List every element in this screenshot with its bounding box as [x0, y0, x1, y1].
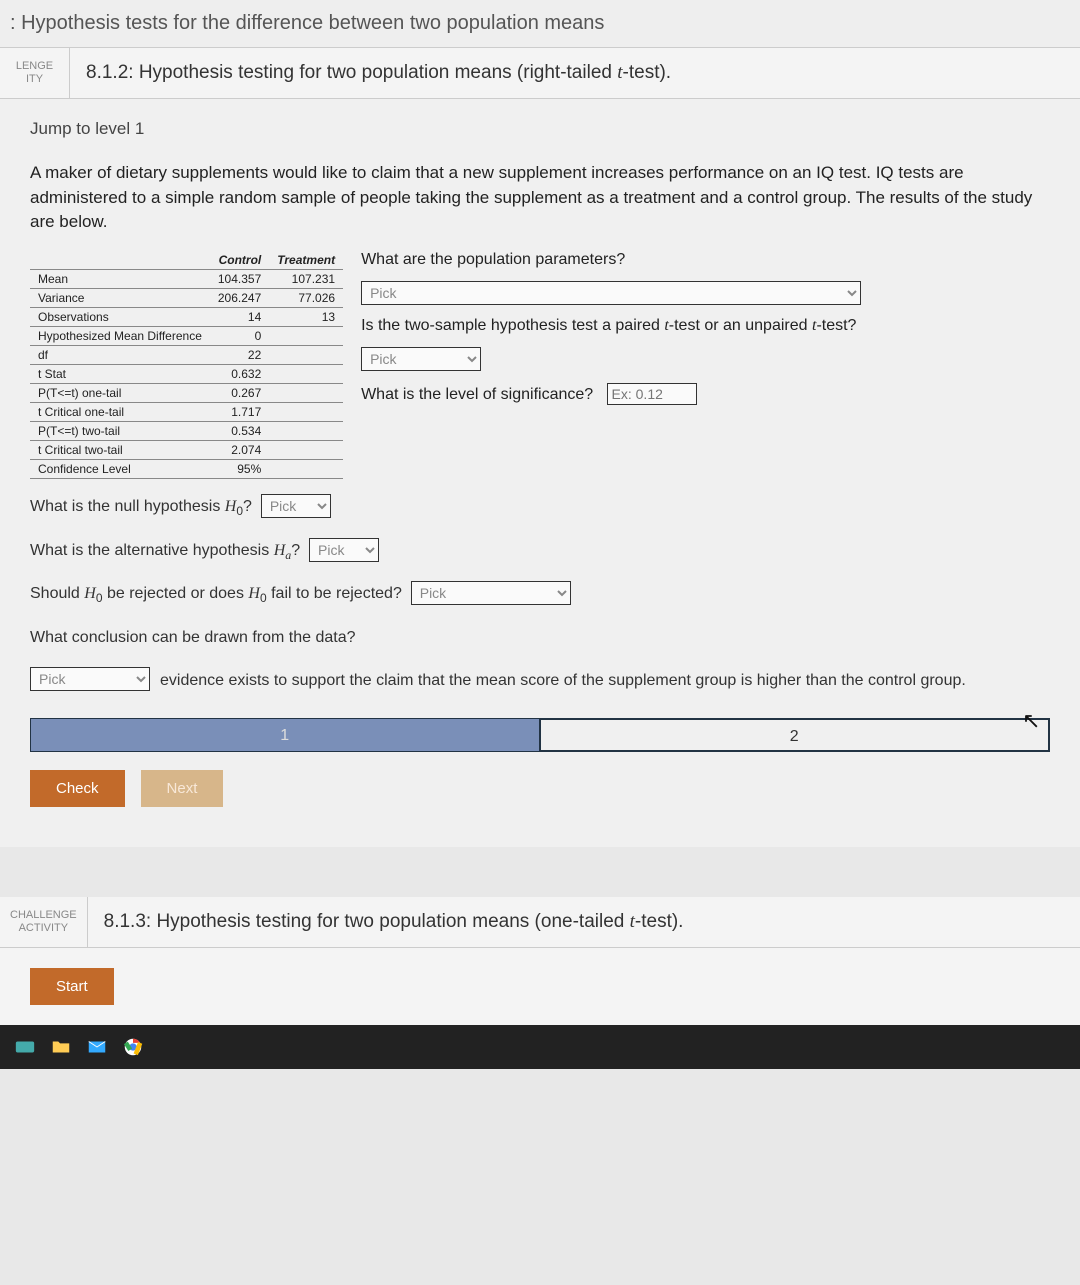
stats-table: Control Treatment Mean104.357107.231 Var…: [30, 251, 343, 479]
problem-statement: A maker of dietary supplements would lik…: [30, 161, 1050, 235]
conclusion-text: evidence exists to support the claim tha…: [160, 667, 1050, 696]
next-activity-header: CHALLENGE ACTIVITY 8.1.3: Hypothesis tes…: [0, 897, 1080, 948]
th-control: Control: [210, 251, 269, 270]
table-row: Hypothesized Mean Difference0: [30, 326, 343, 345]
next-button[interactable]: Next: [141, 770, 224, 807]
q-null-hypothesis: What is the null hypothesis H0? Pick: [30, 493, 1050, 523]
right-questions: What are the population parameters? Pick…: [361, 251, 1050, 417]
next-activity-badge: CHALLENGE ACTIVITY: [0, 897, 88, 947]
table-row: Confidence Level95%: [30, 459, 343, 478]
q-alt-hypothesis: What is the alternative hypothesis Ha? P…: [30, 537, 1050, 567]
select-population-params[interactable]: Pick: [361, 281, 861, 305]
taskbar-app-icon[interactable]: [14, 1036, 36, 1058]
table-row: Variance206.24777.026: [30, 288, 343, 307]
select-conclusion[interactable]: Pick: [30, 667, 150, 691]
th-blank: [30, 251, 210, 270]
progress-step-1[interactable]: 1: [31, 719, 540, 751]
next-badge-line-2: ACTIVITY: [19, 922, 69, 935]
table-row: P(T<=t) one-tail0.267: [30, 383, 343, 402]
table-row: Mean104.357107.231: [30, 269, 343, 288]
progress-step-2[interactable]: 2: [540, 719, 1050, 751]
th-treatment: Treatment: [269, 251, 343, 270]
chrome-icon[interactable]: [122, 1036, 144, 1058]
jump-to-level-link[interactable]: Jump to level 1: [30, 119, 1050, 139]
select-reject[interactable]: Pick: [411, 581, 571, 605]
activity-header: LENGE ITY 8.1.2: Hypothesis testing for …: [0, 48, 1080, 99]
file-explorer-icon[interactable]: [50, 1036, 72, 1058]
mail-icon[interactable]: [86, 1036, 108, 1058]
select-paired-unpaired[interactable]: Pick: [361, 347, 481, 371]
badge-line-2: ITY: [26, 73, 43, 86]
progress-bar: 1 2: [30, 718, 1050, 752]
select-alt-hypothesis[interactable]: Pick: [309, 538, 379, 562]
taskbar: [0, 1025, 1080, 1069]
table-row: t Critical one-tail1.717: [30, 402, 343, 421]
cursor-icon: ↖: [1022, 708, 1040, 734]
table-row: df22: [30, 345, 343, 364]
activity-content: Jump to level 1 A maker of dietary suppl…: [0, 99, 1080, 847]
next-badge-line-1: CHALLENGE: [10, 909, 77, 922]
q-paired-unpaired: Is the two-sample hypothesis test a pair…: [361, 317, 1050, 335]
q-population-params: What are the population parameters?: [361, 251, 1050, 269]
q-significance: What is the level of significance?: [361, 386, 593, 403]
q-reject: Should H0 be rejected or does H0 fail to…: [30, 580, 1050, 610]
q-conclusion: What conclusion can be drawn from the da…: [30, 624, 1050, 653]
activity-badge: LENGE ITY: [0, 48, 70, 98]
table-row: Observations1413: [30, 307, 343, 326]
table-row: t Critical two-tail2.074: [30, 440, 343, 459]
table-row: P(T<=t) two-tail0.534: [30, 421, 343, 440]
table-row: t Stat0.632: [30, 364, 343, 383]
select-null-hypothesis[interactable]: Pick: [261, 494, 331, 518]
section-heading: : Hypothesis tests for the difference be…: [0, 0, 1080, 48]
check-button[interactable]: Check: [30, 770, 125, 807]
start-button[interactable]: Start: [30, 968, 114, 1005]
activity-title: 8.1.2: Hypothesis testing for two popula…: [70, 48, 1080, 98]
input-significance[interactable]: [607, 383, 697, 405]
badge-line-1: LENGE: [16, 60, 53, 73]
next-activity-title: 8.1.3: Hypothesis testing for two popula…: [88, 897, 1080, 947]
